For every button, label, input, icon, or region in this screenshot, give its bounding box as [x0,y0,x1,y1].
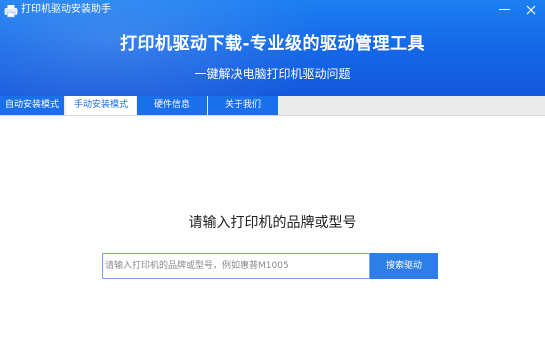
tab-manual-install[interactable]: 手动安装模式 [66,96,136,115]
close-icon [526,5,536,15]
tab-about-us[interactable]: 关于我们 [208,96,278,115]
tab-hardware-info[interactable]: 硬件信息 [137,96,207,115]
window-title: 打印机驱动安装助手 [21,4,111,15]
printer-icon [4,3,18,18]
banner-subheadline: 一键解决电脑打印机驱动问题 [194,67,351,81]
search-prompt: 请输入打印机的品牌或型号 [188,215,357,231]
close-button[interactable] [519,1,543,19]
minimize-button[interactable] [493,1,517,19]
search-input[interactable] [103,254,369,278]
title-bar: 打印机驱动安装助手 [0,0,545,22]
banner-headline: 打印机驱动下载-专业级的驱动管理工具 [119,34,426,54]
tab-auto-install[interactable]: 自动安装模式 [0,96,64,115]
header-banner: 打印机驱动安装助手 打印机驱动下载-专业级的驱动管理工具 一键解决电脑打印机驱动… [0,0,545,96]
minimize-icon [499,9,510,10]
search-box [102,253,370,279]
search-driver-button[interactable]: 搜索驱动 [370,253,438,279]
